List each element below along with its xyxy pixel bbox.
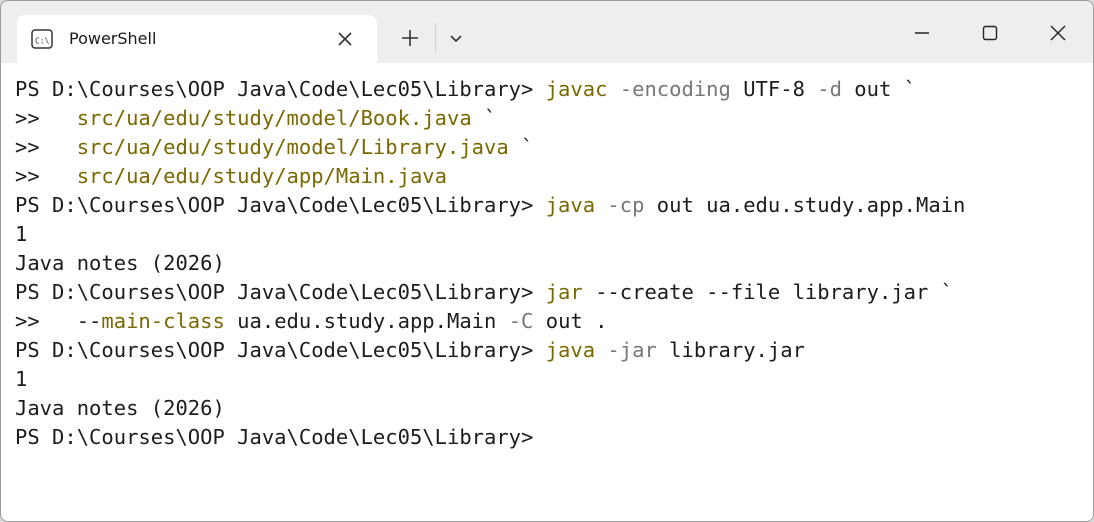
svg-text:C:\: C:\ bbox=[35, 37, 50, 46]
console-text: Java notes (2026) bbox=[15, 251, 225, 275]
console-text: 1 bbox=[15, 222, 28, 246]
console-text: out . bbox=[533, 309, 608, 333]
console-text: ` bbox=[471, 106, 497, 130]
terminal-window: C:\ PowerShell PS D:\Courses\OOP Java\Co… bbox=[0, 0, 1094, 522]
console-text: >> bbox=[15, 164, 77, 188]
minimize-button[interactable] bbox=[899, 15, 945, 51]
console-text: java bbox=[545, 338, 596, 362]
console-line: Java notes (2026) bbox=[15, 394, 1093, 423]
console-text: out ` bbox=[841, 77, 917, 101]
plus-icon bbox=[402, 30, 418, 46]
console-text: PS D:\Courses\OOP Java\Code\Lec05\Librar… bbox=[15, 425, 534, 449]
console-text: Java notes (2026) bbox=[15, 396, 225, 420]
console-line: >> --main-class ua.edu.study.app.Main -C… bbox=[15, 307, 1093, 336]
console-text: UTF-8 bbox=[730, 77, 805, 101]
console-text: library.jar bbox=[656, 338, 805, 362]
tab-separator bbox=[435, 23, 436, 53]
console-text: ua.edu.study.app.Main bbox=[224, 309, 497, 333]
console-text: -jar bbox=[595, 338, 657, 362]
console-text: >> -- bbox=[15, 309, 102, 333]
terminal-icon: C:\ bbox=[31, 29, 53, 49]
tab-title: PowerShell bbox=[69, 29, 157, 48]
console-line: 1 bbox=[15, 220, 1093, 249]
close-tab-icon[interactable] bbox=[333, 27, 357, 51]
console-line: PS D:\Courses\OOP Java\Code\Lec05\Librar… bbox=[15, 423, 1093, 452]
console-text: PS D:\Courses\OOP Java\Code\Lec05\Librar… bbox=[15, 280, 546, 304]
maximize-icon bbox=[982, 25, 998, 41]
console-text: ` bbox=[508, 135, 534, 159]
console-text: --create --file library.jar ` bbox=[582, 280, 954, 304]
tab-dropdown-button[interactable] bbox=[441, 23, 471, 53]
console-line: PS D:\Courses\OOP Java\Code\Lec05\Librar… bbox=[15, 278, 1093, 307]
console-line: PS D:\Courses\OOP Java\Code\Lec05\Librar… bbox=[15, 336, 1093, 365]
console-text: javac bbox=[545, 77, 608, 101]
title-bar[interactable]: C:\ PowerShell bbox=[1, 1, 1093, 63]
console-line: Java notes (2026) bbox=[15, 249, 1093, 278]
chevron-down-icon bbox=[450, 35, 462, 43]
console-text: -cp bbox=[595, 193, 645, 217]
console-text: out ua.edu.study.app.Main bbox=[644, 193, 966, 217]
console-text: java bbox=[545, 193, 596, 217]
console-text: -encoding bbox=[607, 77, 731, 101]
new-tab-button[interactable] bbox=[395, 23, 425, 53]
console-text: jar bbox=[545, 280, 583, 304]
tab-powershell[interactable]: C:\ PowerShell bbox=[17, 15, 377, 63]
console-text: PS D:\Courses\OOP Java\Code\Lec05\Librar… bbox=[15, 193, 546, 217]
console-line: >> src/ua/edu/study/model/Book.java ` bbox=[15, 104, 1093, 133]
console-text: >> bbox=[15, 135, 77, 159]
close-window-button[interactable] bbox=[1035, 15, 1081, 51]
console-line: 1 bbox=[15, 365, 1093, 394]
console-output[interactable]: PS D:\Courses\OOP Java\Code\Lec05\Librar… bbox=[1, 63, 1093, 521]
console-text: >> bbox=[15, 106, 77, 130]
console-line: >> src/ua/edu/study/model/Library.java ` bbox=[15, 133, 1093, 162]
console-text: src/ua/edu/study/model/Book.java bbox=[76, 106, 472, 130]
console-text: src/ua/edu/study/model/Library.java bbox=[76, 135, 509, 159]
console-text: src/ua/edu/study/app/Main.java bbox=[76, 164, 447, 188]
maximize-button[interactable] bbox=[967, 15, 1013, 51]
console-line: PS D:\Courses\OOP Java\Code\Lec05\Librar… bbox=[15, 75, 1093, 104]
console-text: -C bbox=[496, 309, 534, 333]
minimize-icon bbox=[915, 32, 929, 34]
console-line: >> src/ua/edu/study/app/Main.java bbox=[15, 162, 1093, 191]
console-text: main-class bbox=[101, 309, 225, 333]
console-text: 1 bbox=[15, 367, 28, 391]
console-text: PS D:\Courses\OOP Java\Code\Lec05\Librar… bbox=[15, 77, 546, 101]
console-line: PS D:\Courses\OOP Java\Code\Lec05\Librar… bbox=[15, 191, 1093, 220]
close-icon bbox=[1050, 25, 1066, 41]
console-text: -d bbox=[804, 77, 842, 101]
console-text: PS D:\Courses\OOP Java\Code\Lec05\Librar… bbox=[15, 338, 546, 362]
